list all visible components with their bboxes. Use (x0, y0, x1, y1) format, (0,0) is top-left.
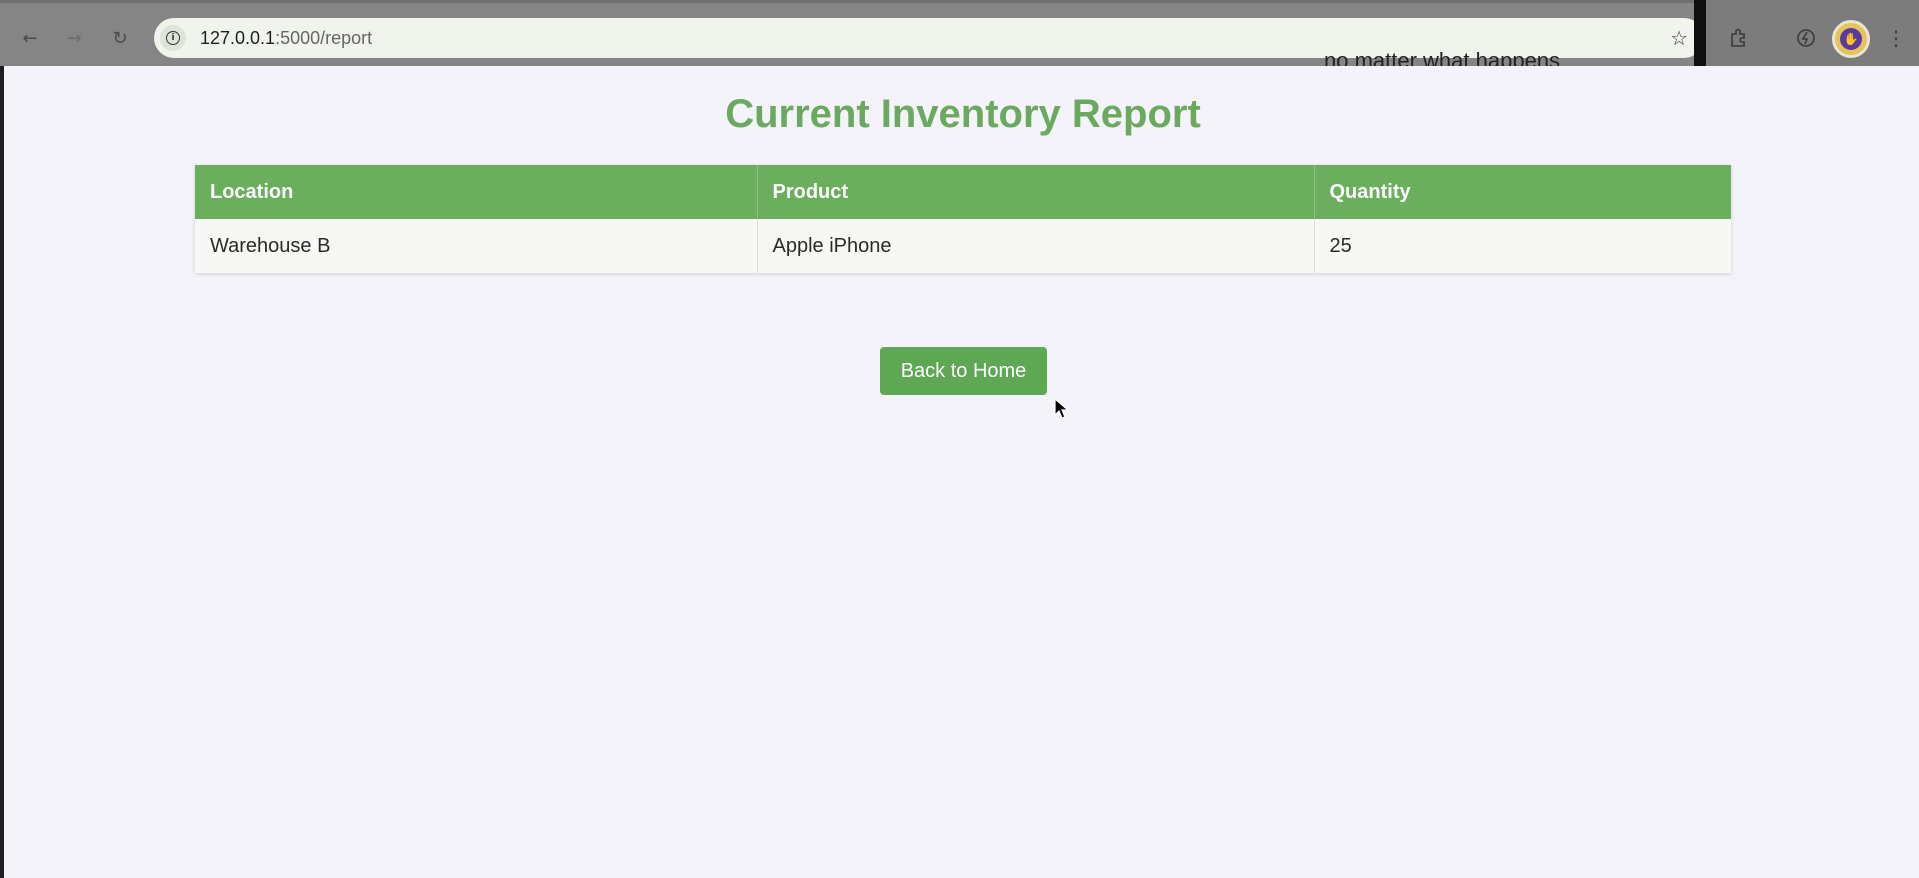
cell-location: Warehouse B (195, 219, 758, 273)
browser-menu-icon[interactable]: ⋮ (1880, 22, 1912, 54)
url-host: 127.0.0.1 (200, 27, 276, 48)
extensions-puzzle-icon[interactable] (1723, 22, 1755, 54)
cell-product: Apple iPhone (757, 219, 1315, 273)
column-header-location: Location (195, 165, 758, 219)
back-to-home-button[interactable]: Back to Home (880, 347, 1047, 395)
table-row: Warehouse B Apple iPhone 25 (195, 219, 1731, 273)
table-header-row: Location Product Quantity (195, 165, 1731, 219)
cell-quantity: 25 (1329, 234, 1352, 257)
url-path: :5000/report (275, 27, 373, 48)
tab-strip-edge (0, 0, 1919, 3)
mouse-cursor-icon (1054, 398, 1070, 419)
profile-avatar[interactable]: ✋ (1832, 20, 1870, 58)
background-window-text: no matter what happens (1324, 48, 1561, 66)
performance-icon[interactable] (1790, 22, 1822, 54)
bookmark-star-icon[interactable]: ☆ (1670, 26, 1688, 50)
forward-icon[interactable]: → (58, 22, 90, 54)
url-text[interactable]: 127.0.0.1:5000/report (200, 28, 372, 49)
reload-icon[interactable]: ↻ (104, 22, 136, 54)
back-icon[interactable]: ← (14, 22, 46, 54)
site-info-icon[interactable]: i (160, 25, 186, 51)
page-title: Current Inventory Report (725, 92, 1201, 136)
window-divider (1694, 0, 1706, 66)
column-header-product: Product (757, 165, 1315, 219)
inventory-table: Location Product Quantity Warehouse B Ap… (195, 165, 1731, 273)
column-header-quantity: Quantity (1314, 165, 1731, 219)
browser-toolbar: ← → ↻ i 127.0.0.1:5000/report ☆ no matte… (0, 0, 1919, 66)
